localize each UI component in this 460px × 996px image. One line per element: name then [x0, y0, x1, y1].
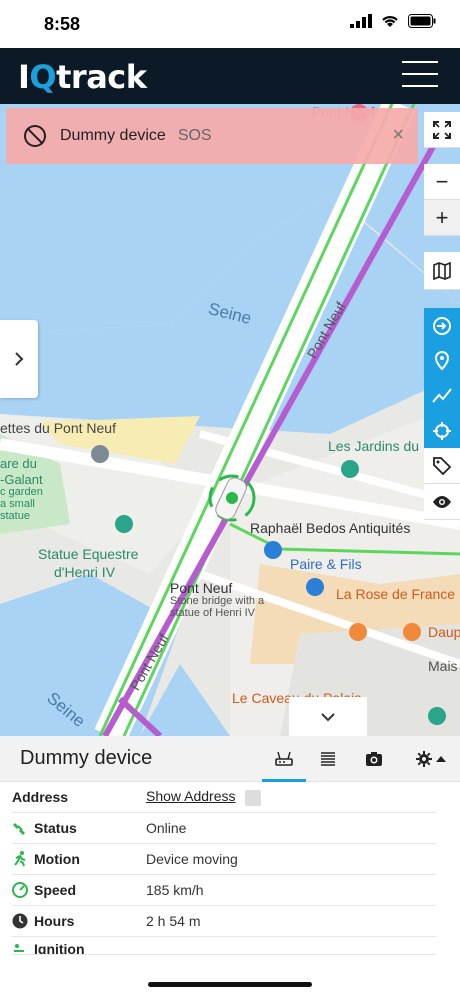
- row-label-text: Hours: [34, 913, 75, 929]
- satellite-icon: [12, 820, 28, 836]
- table-row: Ignition: [12, 937, 436, 955]
- table-row: Motion Device moving: [12, 844, 436, 875]
- ignition-icon: [12, 941, 28, 954]
- speedometer-icon: [12, 882, 28, 898]
- table-row: Speed 185 km/h: [12, 875, 436, 906]
- trend-line-icon: [432, 387, 452, 403]
- device-info-rows: Address Show Address Status Online Motio…: [0, 782, 460, 955]
- map-label: Daup: [428, 624, 460, 640]
- location-button[interactable]: [424, 343, 460, 378]
- status-time: 8:58: [44, 14, 81, 34]
- map-label: statue of Henri IV: [170, 607, 255, 619]
- location-pin-icon: [434, 350, 450, 370]
- row-label: Status: [12, 820, 146, 836]
- tab-device-info[interactable]: [262, 736, 306, 782]
- fullscreen-icon: [433, 120, 451, 139]
- map-label: are du: [0, 456, 37, 471]
- settings-dropdown-button[interactable]: [408, 736, 454, 782]
- chevron-right-icon: [15, 352, 24, 366]
- tag-icon: [433, 456, 451, 475]
- tab-camera[interactable]: [352, 736, 396, 782]
- map-tools-group: [424, 308, 460, 448]
- map-label: Mais: [428, 658, 458, 674]
- zoom-out-button[interactable]: −: [424, 164, 460, 200]
- follow-icon: [433, 316, 451, 335]
- row-label: Speed: [12, 882, 146, 898]
- visibility-button[interactable]: [424, 484, 460, 520]
- router-icon: [275, 751, 293, 766]
- history-button[interactable]: [424, 378, 460, 413]
- crosshair-icon: [433, 421, 451, 440]
- map-label: Stone bridge with a: [170, 595, 265, 607]
- map-label: d'Henri IV: [54, 564, 116, 580]
- alert-close-button[interactable]: ×: [392, 124, 404, 147]
- map-layers-button[interactable]: [424, 252, 460, 290]
- panel-title: Dummy device: [20, 747, 153, 769]
- eye-icon: [433, 495, 451, 508]
- row-label: Ignition: [12, 941, 146, 955]
- row-label-text: Ignition: [34, 941, 85, 955]
- panel-header: Dummy device: [0, 736, 460, 782]
- alert-device-name: Dummy device: [60, 127, 166, 144]
- row-label: Motion: [12, 851, 146, 867]
- hamburger-menu-button[interactable]: [402, 61, 438, 89]
- show-address-link[interactable]: Show Address: [146, 788, 236, 804]
- row-label: Address: [12, 789, 69, 805]
- iqtrack-logo[interactable]: IQtrack: [18, 58, 147, 96]
- row-value: 2 h 54 m: [146, 913, 201, 929]
- map-label: Raphaël Bedos Antiquités: [250, 520, 411, 536]
- map-label: Statue Equestre: [38, 546, 139, 562]
- row-value: Show Address: [146, 788, 262, 806]
- app-header: IQtrack: [0, 48, 460, 104]
- map-label: Paire & Fils: [290, 556, 362, 572]
- sidebar-toggle-button[interactable]: [0, 320, 38, 398]
- chevron-down-icon: [321, 713, 335, 722]
- running-icon: [12, 851, 28, 867]
- table-row: Status Online: [12, 813, 436, 844]
- wifi-icon: [382, 16, 398, 27]
- collapse-panel-button[interactable]: [289, 697, 367, 737]
- battery-icon: [408, 14, 436, 28]
- home-indicator: [148, 982, 312, 987]
- row-label: Hours: [12, 913, 146, 929]
- map-label: statue: [0, 510, 30, 522]
- row-label-text: Motion: [34, 851, 80, 867]
- zoom-in-button[interactable]: +: [424, 200, 460, 236]
- row-value: 185 km/h: [146, 882, 204, 898]
- alert-type: SOS: [177, 127, 212, 144]
- map-label: ettes du Pont Neuf: [0, 420, 116, 436]
- fullscreen-button[interactable]: [424, 112, 460, 148]
- map-label: -Galant: [0, 472, 43, 487]
- camera-icon: [366, 752, 382, 766]
- map-label: c garden: [0, 486, 43, 498]
- follow-device-button[interactable]: [424, 308, 460, 343]
- map-label: La Rose de France: [336, 586, 456, 602]
- address-map-icon[interactable]: [245, 789, 262, 806]
- center-map-button[interactable]: [424, 413, 460, 448]
- tags-button[interactable]: [424, 448, 460, 484]
- row-value: Device moving: [146, 851, 238, 867]
- tab-details[interactable]: [306, 736, 350, 782]
- device-info-panel: Dummy device Address Show Address Status: [0, 736, 460, 958]
- prohibited-icon: [24, 125, 46, 147]
- status-icons: [350, 14, 436, 28]
- clock-icon: [12, 913, 28, 929]
- caret-up-icon: [436, 756, 446, 762]
- row-label-text: Status: [34, 820, 77, 836]
- signal-icon: [350, 14, 372, 28]
- row-label-text: Speed: [34, 882, 77, 898]
- sos-alert-banner: Dummy device SOS ×: [6, 108, 418, 164]
- map-label: Les Jardins du: [328, 438, 420, 454]
- map-icon: [433, 261, 451, 280]
- row-value: Online: [146, 820, 187, 836]
- table-row: Hours 2 h 54 m: [12, 906, 436, 937]
- map-view[interactable]: ettes du Pont Neuf Seine Seine Pont Neuf…: [0, 104, 460, 736]
- map-label: a small: [0, 498, 35, 510]
- status-bar: 8:58: [0, 0, 460, 48]
- list-icon: [321, 752, 335, 766]
- table-row: Address Show Address: [12, 782, 436, 813]
- map-label: Pont Neuf: [170, 580, 233, 596]
- gear-icon: [416, 751, 432, 767]
